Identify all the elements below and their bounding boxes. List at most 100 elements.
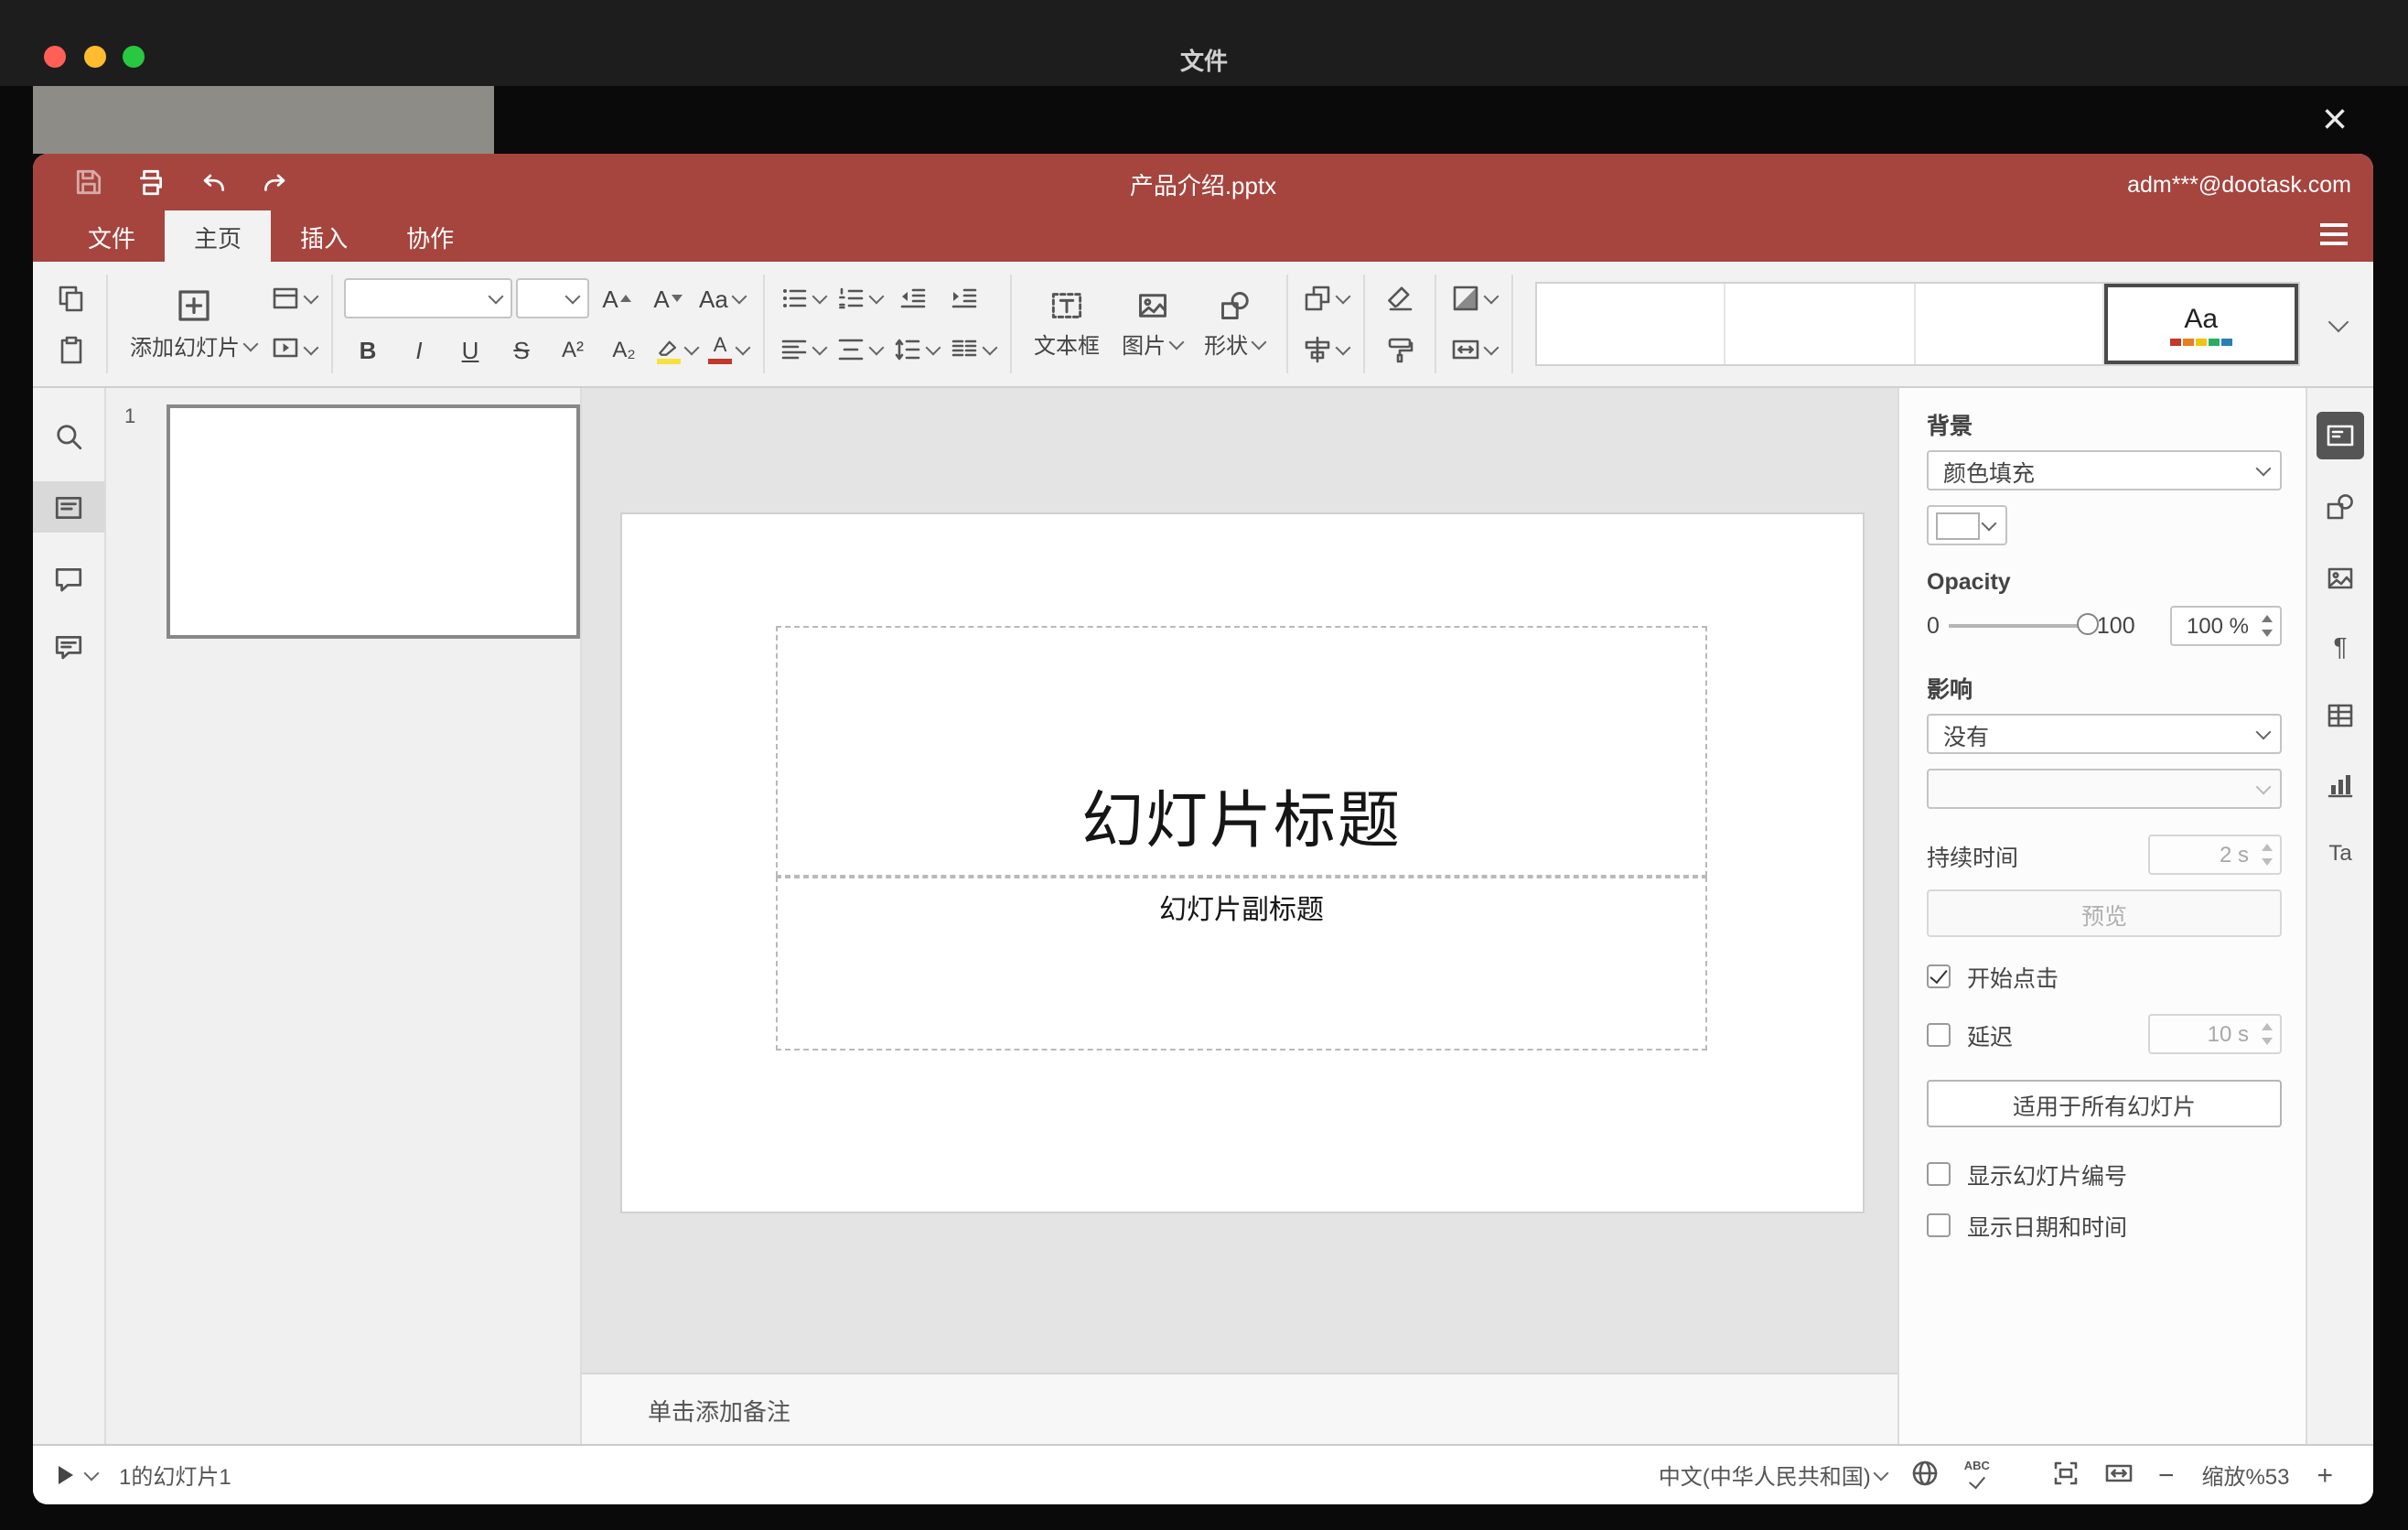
insert-textbox-button[interactable]: 文本框	[1023, 288, 1111, 360]
shape-settings-icon[interactable]	[2317, 483, 2364, 531]
close-icon[interactable]: ×	[2309, 95, 2360, 146]
arrange-shapes-icon[interactable]	[1299, 278, 1352, 318]
duration-spinner[interactable]: 2 s	[2148, 835, 2282, 875]
zoom-out-button[interactable]: −	[2158, 1460, 2175, 1491]
document-title: 产品介绍.pptx	[1129, 172, 1277, 199]
slide-settings-icon[interactable]	[2317, 412, 2364, 459]
chat-icon[interactable]	[33, 620, 104, 672]
start-slideshow-status-button[interactable]	[59, 1465, 100, 1484]
subscript-button[interactable]: A₂	[600, 329, 648, 370]
start-on-click-row: 开始点击	[1927, 959, 2282, 994]
font-name-select[interactable]	[344, 278, 513, 318]
subtitle-placeholder[interactable]: 幻灯片副标题	[776, 877, 1707, 1051]
line-spacing-icon[interactable]	[889, 329, 942, 370]
insert-shape-button[interactable]: 形状	[1193, 288, 1275, 360]
theme-thumbnail[interactable]	[1537, 284, 1726, 364]
start-on-click-checkbox[interactable]	[1927, 964, 1951, 988]
tab-insert[interactable]: 插入	[271, 210, 377, 262]
font-size-select[interactable]	[516, 278, 590, 318]
spellcheck-icon[interactable]: ABC	[1964, 1460, 1990, 1490]
effect-select[interactable]: 没有	[1927, 714, 2282, 754]
preview-button[interactable]: 预览	[1927, 889, 2282, 937]
fit-width-icon[interactable]	[2105, 1458, 2134, 1492]
chart-settings-icon[interactable]	[2317, 761, 2364, 809]
undo-icon[interactable]	[190, 160, 234, 204]
columns-icon[interactable]	[946, 329, 999, 370]
comments-icon[interactable]	[33, 553, 104, 604]
copy-icon[interactable]	[48, 278, 95, 318]
theme-thumbnail[interactable]	[1725, 284, 1916, 364]
bullet-list-icon[interactable]	[776, 278, 829, 318]
slide-canvas[interactable]: 幻灯片标题 幻灯片副标题	[582, 388, 1897, 1373]
slides-panel-icon[interactable]	[33, 481, 104, 533]
notes-area[interactable]: 单击添加备注	[582, 1373, 1897, 1444]
slide-thumbnail[interactable]	[167, 404, 580, 639]
paste-icon[interactable]	[48, 329, 95, 370]
table-settings-icon[interactable]	[2317, 692, 2364, 739]
effect-variant-select[interactable]	[1927, 769, 2282, 809]
print-icon[interactable]	[128, 160, 172, 204]
zoom-in-button[interactable]: +	[2317, 1460, 2333, 1491]
save-icon[interactable]	[66, 160, 110, 204]
highlight-color-icon[interactable]	[651, 329, 701, 370]
opacity-spinner[interactable]: 100 %	[2170, 606, 2282, 646]
horizontal-align-icon[interactable]	[776, 329, 829, 370]
slide[interactable]: 幻灯片标题 幻灯片副标题	[622, 514, 1863, 1212]
search-icon[interactable]	[33, 410, 104, 461]
title-placeholder[interactable]: 幻灯片标题	[776, 626, 1707, 877]
slider-knob[interactable]	[2076, 613, 2099, 635]
window-title: 文件	[1179, 48, 1228, 75]
delay-spinner[interactable]: 10 s	[2148, 1014, 2282, 1054]
screen: 文件 × 产品介绍.pptx adm***@dootask.com 文件 主页 …	[0, 0, 2408, 1530]
superscript-button[interactable]: A²	[549, 329, 597, 370]
numbered-list-icon[interactable]	[833, 278, 886, 318]
start-slideshow-icon[interactable]	[267, 329, 320, 370]
globe-icon[interactable]	[1911, 1458, 1940, 1492]
vertical-align-icon[interactable]	[833, 329, 886, 370]
delay-row: 延迟 10 s	[1927, 1014, 2282, 1054]
show-slide-number-checkbox[interactable]	[1927, 1162, 1951, 1186]
fill-color-select[interactable]	[1927, 505, 2007, 545]
tab-file[interactable]: 文件	[59, 210, 165, 262]
copy-style-icon[interactable]	[1376, 329, 1424, 370]
theme-thumbnail-selected[interactable]: Aa	[2103, 284, 2298, 364]
theme-thumbnail[interactable]	[1915, 284, 2104, 364]
tab-home[interactable]: 主页	[165, 210, 272, 262]
decrease-indent-icon[interactable]	[889, 278, 937, 318]
font-group: A A Aa B I U S A² A₂ A	[344, 278, 752, 370]
theme-gallery-expand-icon[interactable]	[2311, 304, 2359, 344]
add-slide-icon	[177, 289, 209, 320]
italic-button[interactable]: I	[395, 329, 443, 370]
align-shapes-icon[interactable]	[1299, 329, 1352, 370]
redo-icon[interactable]	[253, 160, 296, 204]
show-date-time-checkbox[interactable]	[1927, 1213, 1951, 1237]
language-select[interactable]: 中文(中华人民共和国)	[1659, 1460, 1890, 1491]
slide-size-icon[interactable]	[1447, 329, 1500, 370]
paragraph-settings-icon[interactable]: ¶	[2317, 622, 2364, 670]
menu-icon[interactable]	[2320, 223, 2348, 245]
image-icon	[1138, 293, 1166, 317]
user-email: adm***@dootask.com	[2127, 172, 2351, 198]
textart-settings-icon[interactable]: Ta	[2317, 829, 2364, 877]
delay-checkbox[interactable]	[1927, 1022, 1951, 1046]
strikethrough-button[interactable]: S	[498, 329, 545, 370]
image-settings-icon[interactable]	[2317, 555, 2364, 602]
color-scheme-icon[interactable]	[1447, 278, 1500, 318]
decrease-font-icon[interactable]: A	[644, 278, 692, 318]
theme-preview-text: Aa	[2184, 303, 2219, 334]
increase-indent-icon[interactable]	[941, 278, 988, 318]
insert-image-button[interactable]: 图片	[1111, 288, 1193, 360]
increase-font-icon[interactable]: A	[593, 278, 640, 318]
fill-type-select[interactable]: 颜色填充	[1927, 450, 2282, 490]
slide-layout-icon[interactable]	[267, 278, 320, 318]
apply-to-all-button[interactable]: 适用于所有幻灯片	[1927, 1080, 2282, 1127]
tab-collaboration[interactable]: 协作	[377, 210, 483, 262]
bold-button[interactable]: B	[344, 329, 392, 370]
clear-style-icon[interactable]	[1376, 278, 1424, 318]
fit-slide-icon[interactable]	[2052, 1458, 2081, 1492]
underline-button[interactable]: U	[446, 329, 494, 370]
add-slide-button[interactable]: 添加幻灯片	[119, 286, 267, 361]
font-color-icon[interactable]: A	[704, 329, 752, 370]
change-case-icon[interactable]: Aa	[695, 278, 748, 318]
opacity-slider[interactable]	[1948, 613, 2099, 635]
